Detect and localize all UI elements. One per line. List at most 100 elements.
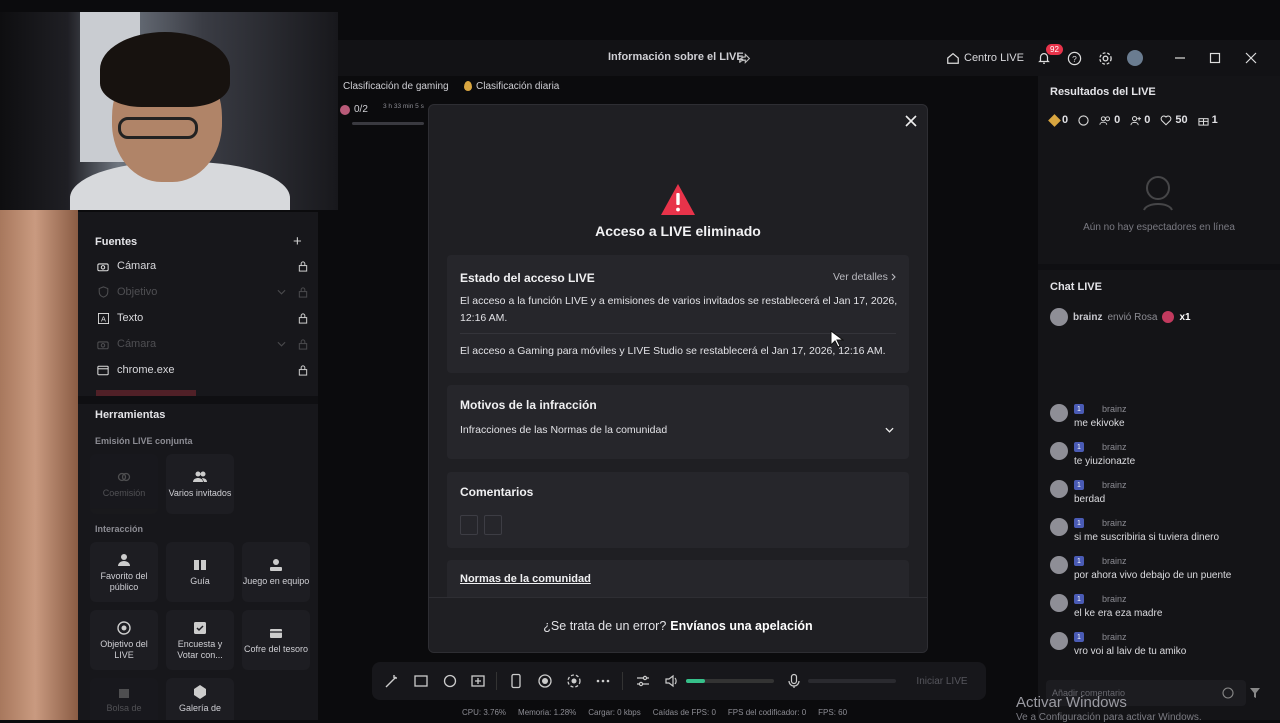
add-source-icon[interactable]: + (293, 234, 302, 249)
lock-icon[interactable] (298, 260, 308, 272)
live-goal-tool[interactable]: Objetivo del LIVE (90, 610, 158, 670)
window-icon (96, 363, 110, 377)
top-bar: Información sobre el LIVE Centro LIVE 92… (338, 40, 1280, 76)
chevron-down-icon[interactable] (885, 427, 894, 433)
followers-stat: 0 (1130, 114, 1150, 126)
speaker-icon[interactable] (664, 673, 680, 689)
daily-ranking-chip[interactable]: Clasificación diaria (464, 78, 559, 94)
cohost-section-label: Emisión LIVE conjunta (95, 436, 193, 446)
magic-wand-icon[interactable] (384, 673, 400, 689)
sliders-icon[interactable] (635, 673, 651, 689)
avatar[interactable] (1050, 518, 1068, 536)
source-item-goal[interactable]: Objetivo (96, 282, 308, 302)
violation-reasons-card[interactable]: Motivos de la infracción Infracciones de… (447, 385, 909, 459)
level-badge: 1 (1074, 594, 1084, 604)
bag-tool[interactable]: Bolsa de (90, 678, 158, 720)
camera-capture-icon[interactable] (566, 673, 582, 689)
reasons-title: Motivos de la infracción (460, 398, 597, 412)
lock-icon[interactable] (298, 286, 308, 298)
lock-icon[interactable] (298, 364, 308, 376)
chat-username[interactable]: brainz (1102, 518, 1127, 528)
users-icon (193, 471, 207, 482)
speaker-volume-slider[interactable] (686, 679, 774, 683)
more-icon[interactable] (595, 673, 611, 689)
gear-icon[interactable] (1095, 48, 1115, 68)
level-badge: 1 (1074, 632, 1084, 642)
link-icon (117, 472, 131, 482)
notification-badge: 92 (1046, 44, 1063, 55)
comment-thumbnail[interactable] (484, 515, 502, 535)
avatar[interactable] (1050, 404, 1068, 422)
team-game-tool[interactable]: Juego en equipo (242, 542, 310, 602)
add-scene-icon[interactable] (470, 673, 486, 689)
poll-tool[interactable]: Encuesta y Votar con... (166, 610, 234, 670)
avatar[interactable] (1050, 442, 1068, 460)
treasure-tool[interactable]: Cofre del tesoro (242, 610, 310, 670)
live-info-title[interactable]: Información sobre el LIVE (608, 51, 744, 63)
lock-icon[interactable] (298, 312, 308, 324)
chat-username[interactable]: brainz (1102, 556, 1127, 566)
people-icon (1099, 115, 1111, 125)
joystick-icon (270, 559, 282, 571)
chat-username[interactable]: brainz (1102, 442, 1127, 452)
mic-volume-slider[interactable] (808, 679, 896, 683)
maximize-icon[interactable] (1205, 48, 1225, 68)
chat-text: te yiuzionazte (1074, 456, 1136, 467)
camera-icon (96, 259, 110, 273)
close-window-icon[interactable] (1241, 48, 1261, 68)
avatar[interactable] (1127, 50, 1143, 66)
minimize-icon[interactable] (1170, 48, 1190, 68)
effects-icon[interactable] (442, 673, 458, 689)
chevron-down-icon[interactable] (277, 341, 286, 347)
chat-username[interactable]: brainz (1102, 480, 1127, 490)
source-item-camera[interactable]: Cámara (96, 256, 308, 276)
book-icon (194, 560, 206, 570)
status-paragraph-1: El acceso a la función LIVE y a emisione… (460, 295, 898, 324)
filter-icon[interactable] (1249, 687, 1261, 699)
gallery-tool[interactable]: Galería de (166, 678, 234, 720)
record-icon[interactable] (537, 673, 553, 689)
coin-icon (1078, 114, 1089, 126)
fan-favorite-tool[interactable]: Favorito del público (90, 542, 158, 602)
comment-thumbnail[interactable] (460, 515, 478, 535)
community-rules-link[interactable]: Normas de la comunidad (460, 573, 591, 585)
chat-username[interactable]: brainz (1102, 594, 1127, 604)
phone-icon[interactable] (508, 673, 524, 689)
guide-tool[interactable]: Guía (166, 542, 234, 602)
empty-viewers-icon (1136, 172, 1180, 212)
microphone-icon[interactable] (786, 673, 802, 689)
chat-username[interactable]: brainz (1102, 632, 1127, 642)
chevron-down-icon[interactable] (277, 289, 286, 295)
level-badge: 1 (1074, 404, 1084, 414)
avatar[interactable] (1050, 632, 1068, 650)
source-item-chrome[interactable]: chrome.exe (96, 360, 308, 380)
close-icon[interactable] (903, 113, 919, 129)
multi-guest-tool[interactable]: Varios invitados (166, 454, 234, 514)
avatar[interactable] (1050, 308, 1068, 326)
help-icon[interactable]: ? (1064, 48, 1084, 68)
gift-box-icon (1198, 117, 1209, 126)
chat-username[interactable]: brainz (1102, 404, 1127, 414)
avatar[interactable] (1050, 480, 1068, 498)
panel-divider (78, 396, 318, 404)
layout-icon[interactable] (413, 673, 429, 689)
share-icon[interactable] (738, 52, 751, 65)
cohost-tool[interactable]: Coemisión (90, 454, 158, 514)
source-item-camera-2[interactable]: Cámara (96, 334, 308, 354)
bag-icon (119, 689, 129, 698)
view-details-link[interactable]: Ver detalles (833, 271, 897, 283)
appeal-link[interactable]: Envíanos una apelación (670, 619, 812, 633)
gaming-ranking-chip[interactable]: Clasificación de gaming (343, 78, 449, 94)
avatar[interactable] (1050, 556, 1068, 574)
lock-icon[interactable] (298, 338, 308, 350)
text-icon: A (96, 311, 110, 325)
source-item-text[interactable]: A Texto (96, 308, 308, 328)
start-live-button[interactable]: Iniciar LIVE (906, 670, 978, 692)
user-plus-icon (1130, 115, 1142, 125)
live-center-button[interactable]: Centro LIVE (946, 48, 1024, 68)
access-status-card: Estado del acceso LIVE Ver detalles El a… (447, 255, 909, 373)
chat-text: el ke era eza madre (1074, 608, 1163, 619)
avatar[interactable] (1050, 594, 1068, 612)
emoji-icon[interactable] (1222, 687, 1234, 699)
mouse-cursor (830, 330, 844, 348)
